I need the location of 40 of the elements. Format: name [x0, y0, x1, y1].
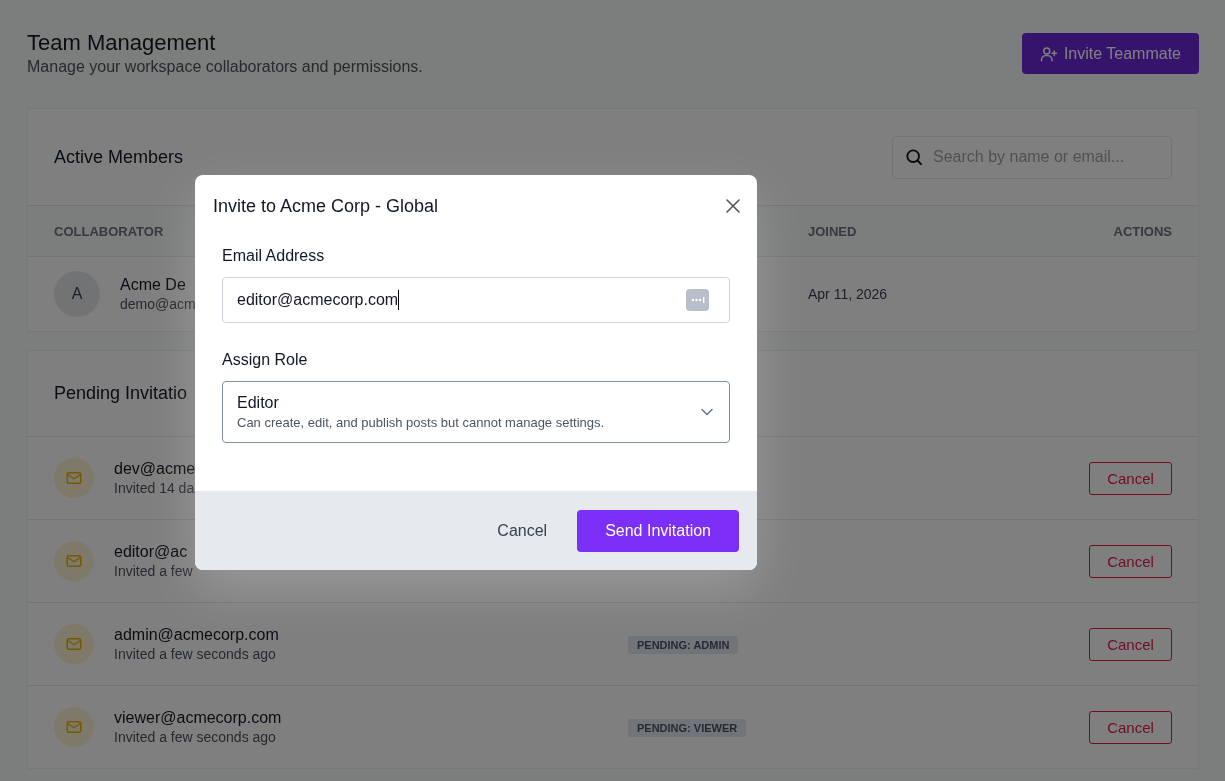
section-title: Pending Invitatio — [54, 383, 188, 404]
mail-icon — [54, 458, 94, 498]
close-icon[interactable] — [725, 198, 741, 214]
invite-email: editor@ac — [114, 543, 189, 561]
invite-email: viewer@acmecorp.com — [114, 709, 282, 727]
chevron-down-icon — [701, 408, 713, 416]
email-field[interactable]: editor@acmecorp.com — [222, 277, 730, 323]
cancel-button[interactable]: Cancel — [1089, 544, 1172, 578]
field-label: Assign Role — [222, 351, 309, 369]
role-badge: PENDING: ADMIN — [628, 636, 739, 654]
invite-time: Invited a few — [114, 563, 193, 579]
section-title: Active Members — [54, 146, 184, 168]
invite-teammate-button[interactable]: Invite Teammate — [1021, 33, 1199, 74]
cancel-button[interactable]: Cancel — [1089, 461, 1172, 495]
invite-email: dev@acme — [114, 460, 196, 478]
cancel-button[interactable]: Cancel — [1089, 627, 1172, 661]
mail-icon — [54, 624, 94, 664]
page-subtitle: Manage your workspace collaborators and permissions. — [27, 57, 423, 77]
mail-icon — [54, 707, 94, 747]
column-header: JOINED — [808, 223, 857, 239]
page-title: Team Management — [27, 30, 217, 56]
mail-icon — [54, 541, 94, 581]
column-header: COLLABORATOR — [54, 223, 164, 239]
avatar: A — [54, 271, 100, 317]
invite-email: admin@acmecorp.com — [114, 626, 279, 644]
member-name: Acme De — [120, 276, 187, 294]
field-label: Email Address — [222, 247, 326, 265]
joined-date: Apr 11, 2026 — [808, 286, 889, 302]
member-email: demo@acm — [120, 296, 196, 312]
column-header: ACTIONS — [1113, 223, 1172, 239]
invite-time: Invited 14 da — [114, 480, 196, 496]
invite-time: Invited a few seconds ago — [114, 729, 277, 745]
role-badge: PENDING: VIEWER — [628, 719, 747, 737]
role-select[interactable]: Editor Can create, edit, and publish posts but cannot manage settings. — [222, 381, 730, 443]
user-plus-icon — [1039, 44, 1058, 63]
cancel-button[interactable]: Cancel — [1089, 710, 1172, 744]
cancel-button[interactable]: Cancel — [491, 520, 554, 541]
dialog-title: Invite to Acme Corp - Global — [213, 195, 439, 217]
send-invitation-button[interactable]: Send Invitation — [577, 509, 739, 552]
invite-time: Invited a few seconds ago — [114, 646, 277, 662]
